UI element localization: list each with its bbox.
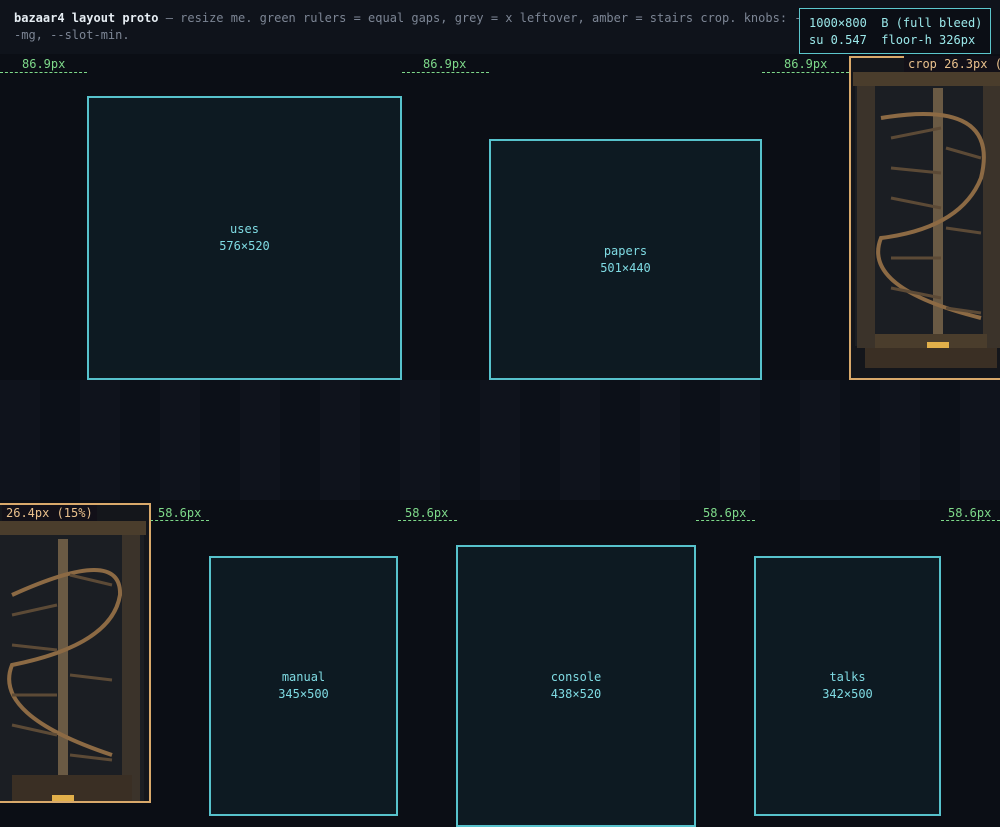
gap-ruler bbox=[402, 72, 489, 73]
gap-ruler bbox=[0, 72, 87, 73]
gap-label: 86.9px bbox=[781, 57, 831, 71]
gap-ruler bbox=[398, 520, 457, 521]
gap-label: 86.9px bbox=[19, 57, 69, 71]
info-line-1: 1000×800 B (full bleed) bbox=[809, 16, 983, 30]
app-title: bazaar4 layout proto bbox=[14, 11, 159, 25]
crop-label: 26.4px (15%) bbox=[2, 505, 97, 521]
floor-divider-band bbox=[0, 380, 1000, 500]
spiral-stairs-image bbox=[851, 58, 1000, 378]
gap-ruler bbox=[150, 520, 209, 521]
slot-name: uses bbox=[230, 222, 259, 236]
slot-talks[interactable]: talks 342×500 bbox=[754, 556, 941, 816]
gap-label: 58.6px bbox=[700, 506, 750, 520]
spiral-stairs-image bbox=[0, 505, 149, 801]
slot-name: papers bbox=[603, 243, 648, 258]
slot-size: 438×520 bbox=[550, 687, 602, 701]
slot-name: talks bbox=[829, 670, 866, 684]
slot-name: console bbox=[550, 670, 602, 684]
gap-ruler bbox=[941, 520, 1000, 521]
gap-ruler bbox=[696, 520, 755, 521]
slot-name: manual bbox=[281, 670, 326, 684]
gap-label: 58.6px bbox=[402, 506, 452, 520]
slot-size: 501×440 bbox=[600, 260, 651, 275]
slot-uses[interactable]: uses 576×520 bbox=[87, 96, 402, 380]
slot-console[interactable]: console 438×520 bbox=[456, 545, 696, 827]
slot-size: 342×500 bbox=[822, 687, 873, 701]
crop-label: crop 26.3px ( bbox=[904, 56, 1000, 72]
slot-size: 576×520 bbox=[219, 239, 270, 253]
gap-label: 58.6px bbox=[155, 506, 205, 520]
stairs-crop-top bbox=[849, 56, 1000, 380]
gap-ruler bbox=[762, 72, 849, 73]
header-text: bazaar4 layout proto — resize me. green … bbox=[14, 10, 804, 44]
slot-manual[interactable]: manual 345×500 bbox=[209, 556, 398, 816]
gap-label: 58.6px bbox=[945, 506, 995, 520]
info-panel: 1000×800 B (full bleed) su 0.547 floor-h… bbox=[799, 8, 991, 54]
slot-papers[interactable]: papers 501×440 bbox=[489, 139, 762, 380]
stairs-crop-bottom bbox=[0, 503, 151, 803]
gap-label: 86.9px bbox=[420, 57, 470, 71]
info-line-2: su 0.547 floor-h 326px bbox=[809, 33, 976, 47]
slot-size: 345×500 bbox=[278, 687, 329, 701]
